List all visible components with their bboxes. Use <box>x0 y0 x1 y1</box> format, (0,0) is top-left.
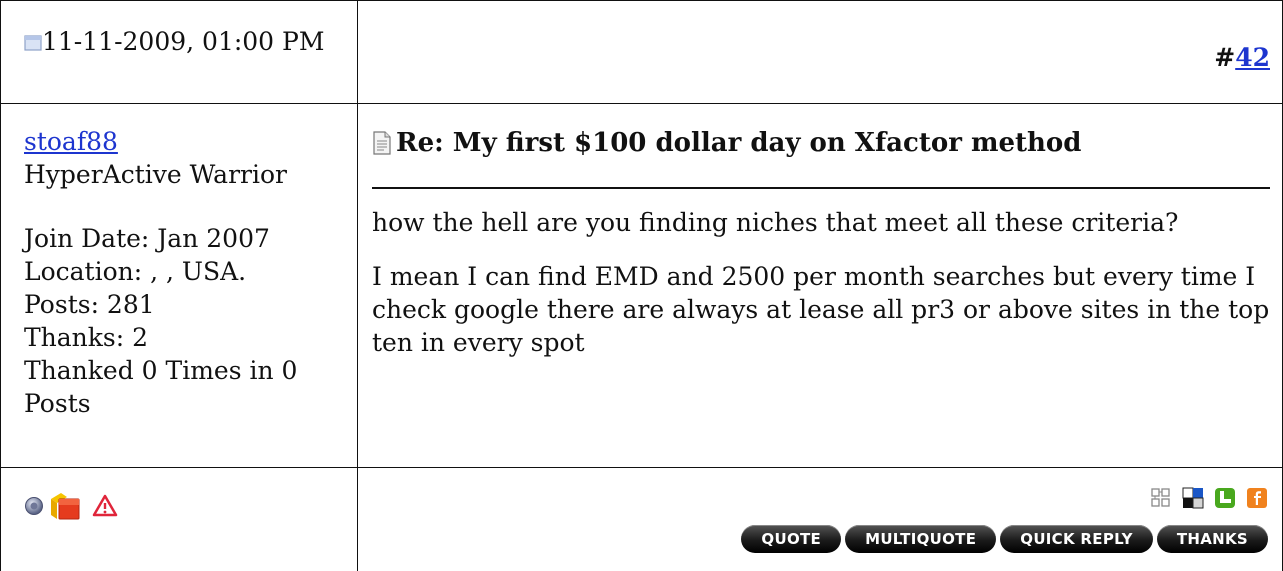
offline-status-icon <box>25 497 43 515</box>
multiquote-button[interactable]: MULTIQUOTE <box>845 525 997 553</box>
user-thanked: Thanked 0 Times in 0 Posts <box>24 356 298 418</box>
message-paragraph: I mean I can find EMD and 2500 per month… <box>372 262 1270 357</box>
post-number-link[interactable]: 42 <box>1235 43 1270 72</box>
user-icons-cell <box>0 467 358 571</box>
post-date: 11-11-2009, 01:00 PM <box>42 27 325 56</box>
facebook-icon[interactable] <box>1246 487 1268 509</box>
user-info-cell: stoaf88 HyperActive Warrior Join Date: J… <box>0 103 358 468</box>
post-actions-cell: QUOTE MULTIQUOTE QUICK REPLY THANKS <box>357 467 1283 571</box>
post-number-prefix: # <box>1214 43 1236 72</box>
message-paragraph: how the hell are you finding niches that… <box>372 208 1179 237</box>
user-posts: Posts: 281 <box>24 290 155 319</box>
post-number-cell: #42 <box>357 0 1283 104</box>
report-post-icon[interactable] <box>92 493 118 519</box>
social-bookmarks <box>1150 487 1268 509</box>
message-title-row: Re: My first $100 dollar day on Xfactor … <box>372 123 1282 163</box>
user-thanks: Thanks: 2 <box>24 323 149 352</box>
thanks-button[interactable]: THANKS <box>1156 525 1268 553</box>
post-action-buttons: QUOTE MULTIQUOTE QUICK REPLY THANKS <box>741 525 1268 553</box>
post-date-cell: 11-11-2009, 01:00 PM <box>0 0 358 104</box>
username-link[interactable]: stoaf88 <box>24 127 118 156</box>
message-title: Re: My first $100 dollar day on Xfactor … <box>396 128 1082 158</box>
post-icon <box>24 35 42 51</box>
post-number: #42 <box>1214 43 1270 72</box>
delicious-icon[interactable] <box>1182 487 1204 509</box>
quick-reply-button[interactable]: QUICK REPLY <box>1000 525 1153 553</box>
message-body: how the hell are you finding niches that… <box>372 206 1270 380</box>
reputation-icon <box>51 493 80 520</box>
share-icon[interactable] <box>1150 487 1172 509</box>
message-separator <box>372 187 1270 189</box>
user-info-spacer <box>24 191 358 222</box>
forum-post: 11-11-2009, 01:00 PM #42 stoaf88 HyperAc… <box>0 0 1283 571</box>
tweet-icon[interactable] <box>1214 487 1236 509</box>
document-icon <box>373 131 391 155</box>
user-rank: HyperActive Warrior <box>24 160 287 189</box>
user-join-date: Join Date: Jan 2007 <box>24 224 270 253</box>
message-cell: Re: My first $100 dollar day on Xfactor … <box>357 103 1283 468</box>
user-location: Location: , , USA. <box>24 257 247 286</box>
quote-button[interactable]: QUOTE <box>741 525 842 553</box>
